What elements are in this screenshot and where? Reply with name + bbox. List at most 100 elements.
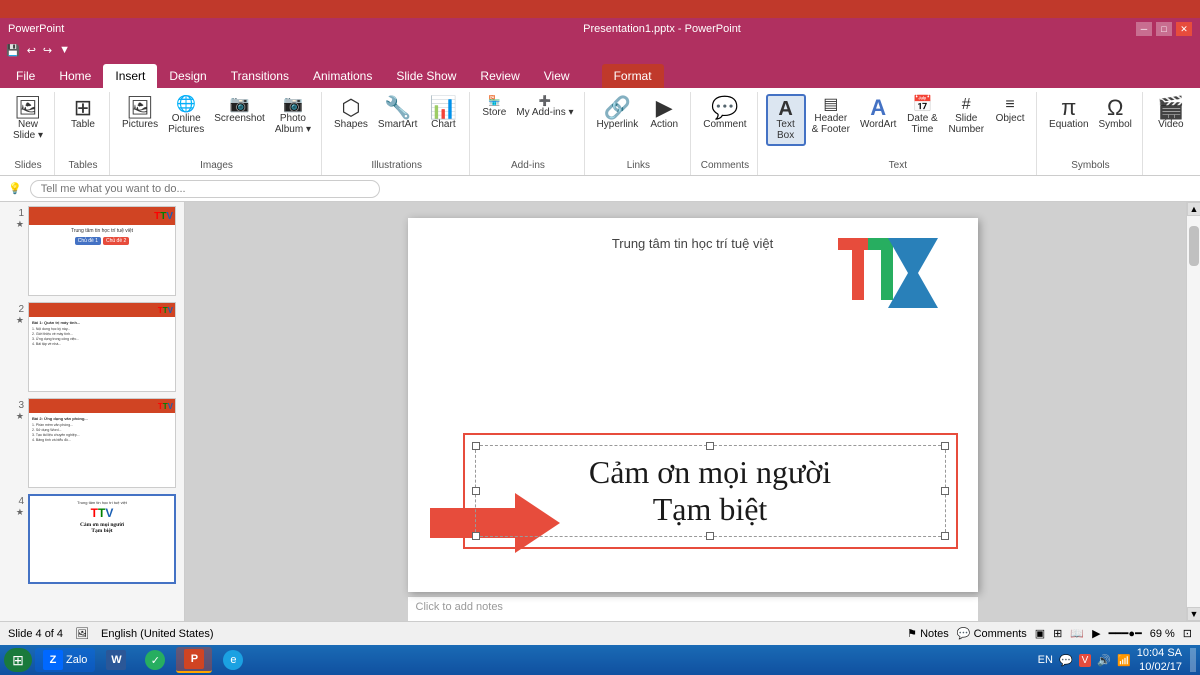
- text-box-button[interactable]: A TextBox: [766, 94, 806, 146]
- comments-button[interactable]: 💬 Comments: [957, 627, 1027, 640]
- wordart-button[interactable]: A WordArt: [856, 94, 901, 133]
- comments-group-items: 💬 Comment: [699, 94, 750, 160]
- view-slideshow-icon[interactable]: ▶: [1092, 627, 1100, 640]
- qat-save[interactable]: 💾: [4, 42, 22, 59]
- zoom-fit-icon[interactable]: ⊡: [1183, 627, 1192, 640]
- qat-undo[interactable]: ↩: [25, 42, 38, 59]
- qat-more[interactable]: ▼: [57, 42, 72, 58]
- equation-button[interactable]: π Equation: [1045, 94, 1092, 133]
- app-name: PowerPoint: [8, 23, 188, 35]
- table-icon: ⊞: [74, 97, 92, 119]
- handle-bl[interactable]: [472, 532, 480, 540]
- date-time-button[interactable]: 📅 Date &Time: [902, 94, 942, 138]
- vietkey-icon: V: [1079, 654, 1092, 667]
- taskbar-green[interactable]: ✓: [137, 648, 173, 672]
- status-right: ⚑ Notes 💬 Comments ▣ ⊞ 📖 ▶ ━━━●━ 69 % ⊡: [907, 627, 1192, 640]
- object-button[interactable]: ≡ Object: [990, 94, 1030, 127]
- online-pictures-button[interactable]: 🌐 OnlinePictures: [164, 94, 208, 138]
- smartart-button[interactable]: 🔧 SmartArt: [374, 94, 421, 133]
- search-bar: 💡: [0, 176, 1200, 202]
- tab-slideshow[interactable]: Slide Show: [384, 64, 468, 88]
- hyperlink-button[interactable]: 🔗 Hyperlink: [593, 94, 643, 133]
- notes-area[interactable]: Click to add notes: [408, 596, 978, 622]
- tab-file[interactable]: File: [4, 64, 47, 88]
- ribbon-group-slides: 🖼 NewSlide ▾ Slides: [2, 92, 55, 175]
- taskbar-ie[interactable]: e: [215, 648, 251, 672]
- header-footer-button[interactable]: ▤ Header& Footer: [808, 94, 854, 138]
- right-scrollbar[interactable]: ▲ ▼: [1186, 202, 1200, 621]
- taskbar-zalo[interactable]: Z Zalo: [35, 648, 95, 672]
- new-slide-button[interactable]: 🖼 NewSlide ▾: [8, 94, 48, 144]
- status-icon-1: 🖼: [75, 627, 89, 640]
- ppt-icon: P: [184, 649, 204, 669]
- cam-on-text: Cảm ơn mọi người: [484, 454, 937, 491]
- slide-number-button[interactable]: # SlideNumber: [944, 94, 988, 138]
- slide-thumb-3[interactable]: 3 ★ T T V Bài 2: Ứng dụng văn phòng... 1…: [4, 398, 180, 488]
- taskbar-word[interactable]: W: [98, 648, 134, 672]
- slide-thumb-2[interactable]: 2 ★ T T V Bài 1: Quản trị máy tính... 1.…: [4, 302, 180, 392]
- handle-tl[interactable]: [472, 442, 480, 450]
- ribbon-group-media: 🎬 Video 🔊 Audio ⬛ ScreenRecording Media: [1145, 92, 1200, 175]
- shapes-button[interactable]: ⬡ Shapes: [330, 94, 372, 133]
- tab-animations[interactable]: Animations: [301, 64, 384, 88]
- table-button[interactable]: ⊞ Table: [63, 94, 103, 133]
- handle-tc[interactable]: [706, 442, 714, 450]
- handle-mr[interactable]: [941, 487, 949, 495]
- store-button[interactable]: 🏪 Store: [478, 94, 510, 120]
- handle-bc[interactable]: [706, 532, 714, 540]
- ttv-logo: [838, 238, 948, 321]
- taskbar-powerpoint[interactable]: P: [176, 647, 212, 673]
- slide-canvas: Trung tâm tin học trí tuệ việt: [408, 218, 978, 592]
- screenshot-button[interactable]: 📷 Screenshot: [210, 94, 269, 127]
- tab-review[interactable]: Review: [468, 64, 531, 88]
- slides-group-label: Slides: [14, 160, 41, 173]
- view-normal-icon[interactable]: ▣: [1035, 627, 1045, 640]
- chart-button[interactable]: 📊 Chart: [423, 94, 463, 133]
- tab-design[interactable]: Design: [157, 64, 218, 88]
- video-button[interactable]: 🎬 Video: [1151, 94, 1191, 133]
- slide-panel: 1 ★ T T V Trung tâm tin học trí tuệ việt…: [0, 202, 185, 621]
- start-button[interactable]: ⊞: [4, 648, 32, 672]
- screenshot-icon: 📷: [230, 97, 250, 113]
- action-button[interactable]: ▶ Action: [644, 94, 684, 133]
- addins-group-label: Add-ins: [511, 160, 545, 173]
- handle-tr[interactable]: [941, 442, 949, 450]
- restore-button[interactable]: □: [1156, 22, 1172, 36]
- volume-icon[interactable]: 🔊: [1097, 654, 1111, 667]
- show-desktop-button[interactable]: [1190, 648, 1196, 672]
- scroll-thumb[interactable]: [1189, 226, 1199, 266]
- ribbon-group-addins: 🏪 Store ➕ My Add-ins ▾ Add-ins: [472, 92, 584, 175]
- slide-num-4: 4: [10, 496, 24, 507]
- scroll-down-button[interactable]: ▼: [1187, 607, 1200, 621]
- close-button[interactable]: ✕: [1176, 22, 1192, 36]
- main-text-box[interactable]: Cảm ơn mọi người Tạm biệt: [463, 433, 958, 549]
- tab-format[interactable]: Format: [602, 64, 664, 88]
- zoom-slider[interactable]: ━━━●━: [1109, 627, 1142, 640]
- handle-ml[interactable]: [472, 487, 480, 495]
- my-addins-button[interactable]: ➕ My Add-ins ▾: [512, 94, 577, 120]
- comment-button[interactable]: 💬 Comment: [699, 94, 750, 133]
- tell-me-input[interactable]: [30, 180, 380, 198]
- view-slide-sorter-icon[interactable]: ⊞: [1053, 627, 1062, 640]
- tab-view[interactable]: View: [532, 64, 582, 88]
- tab-insert[interactable]: Insert: [103, 64, 157, 88]
- view-reading-icon[interactable]: 📖: [1070, 627, 1084, 640]
- slide-thumb-4[interactable]: 4 ★ Trung tâm tin học trí tuệ việt T T V…: [4, 494, 180, 584]
- photo-album-button[interactable]: 📷 PhotoAlbum ▾: [271, 94, 315, 138]
- text-box-icon: A: [778, 99, 792, 119]
- symbol-button[interactable]: Ω Symbol: [1095, 94, 1136, 133]
- slide-thumb-1[interactable]: 1 ★ T T V Trung tâm tin học trí tuệ việt…: [4, 206, 180, 296]
- handle-br[interactable]: [941, 532, 949, 540]
- audio-button[interactable]: 🔊 Audio: [1193, 94, 1200, 133]
- minimize-button[interactable]: ─: [1136, 22, 1152, 36]
- tab-home[interactable]: Home: [47, 64, 103, 88]
- video-icon: 🎬: [1157, 97, 1184, 119]
- window-title: Presentation1.pptx - PowerPoint: [188, 23, 1136, 35]
- store-icon: 🏪: [488, 96, 500, 107]
- pictures-button[interactable]: 🖼 Pictures: [118, 94, 162, 133]
- hyperlink-icon: 🔗: [604, 97, 631, 119]
- tab-transitions[interactable]: Transitions: [219, 64, 301, 88]
- scroll-up-button[interactable]: ▲: [1187, 202, 1200, 216]
- notes-button[interactable]: ⚑ Notes: [907, 627, 949, 640]
- qat-redo[interactable]: ↪: [41, 42, 54, 59]
